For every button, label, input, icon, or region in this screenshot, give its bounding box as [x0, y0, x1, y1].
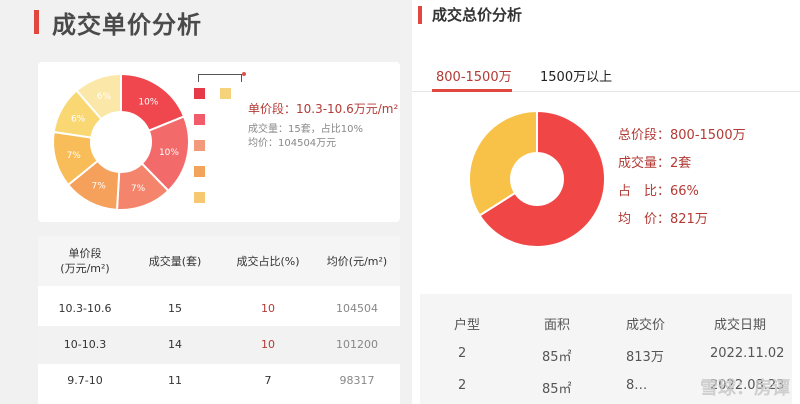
unit-price-count: 成交量：15套，占比10% [248, 124, 363, 135]
cell-avg-price: 98317 [339, 374, 375, 387]
stat-share: 占 比：66% [618, 184, 699, 199]
slice-label: 10% [159, 148, 179, 158]
title-accent-bar [34, 10, 39, 34]
cell-area: 85㎡ [542, 382, 572, 397]
slice-label: 6% [97, 92, 112, 102]
tab-800-1500[interactable]: 800-1500万 [436, 66, 512, 85]
legend-connector [198, 72, 246, 82]
header-price-range: 单价段 (万元/m²) [60, 247, 110, 275]
unit-price-title: 成交单价分析 [52, 11, 202, 39]
watermark: 雪球：房谭 [700, 378, 790, 399]
slice-label: 10% [138, 97, 158, 107]
header-deal-price: 成交价 [626, 318, 666, 333]
header-layout: 户型 [454, 318, 481, 333]
total-price-panel: 成交总价分析 800-1500万 1500万以上 总价段：800-1500万 成… [412, 0, 800, 404]
tab-1500-plus[interactable]: 1500万以上 [540, 66, 612, 85]
slice-label: 7% [91, 182, 106, 192]
cell-share: 10 [261, 338, 275, 351]
cell-deal-date: 2022.11.02 [710, 346, 785, 361]
cell-layout: 2 [458, 378, 467, 393]
legend-swatch[interactable] [194, 88, 205, 99]
header-area: 面积 [544, 318, 571, 333]
cell-layout: 2 [458, 346, 467, 361]
slice-label: 7% [67, 151, 82, 161]
legend-swatch[interactable] [194, 140, 205, 151]
cell-price-range: 10.3-10.6 [58, 302, 112, 315]
legend-swatch[interactable] [220, 88, 231, 99]
unit-price-range: 单价段：10.3-10.6万元/m² [248, 102, 399, 116]
cell-avg-price: 101200 [336, 338, 378, 351]
cell-price-range: 10-10.3 [63, 338, 107, 351]
header-share: 成交占比(%) [236, 255, 300, 268]
legend-swatch[interactable] [194, 166, 205, 177]
header-deal-date: 成交日期 [714, 318, 767, 333]
stat-avg: 均 价：821万 [618, 212, 708, 227]
donut-slice[interactable] [468, 109, 538, 217]
cell-deal-price: 8… [626, 378, 648, 393]
cell-deal-price: 813万 [626, 350, 664, 365]
stat-volume: 成交量：2套 [618, 156, 692, 171]
cell-avg-price: 104504 [336, 302, 378, 315]
cell-volume: 14 [168, 338, 182, 351]
legend-swatch[interactable] [194, 192, 205, 203]
cell-share: 10 [261, 302, 275, 315]
total-price-donut-chart[interactable] [466, 108, 608, 250]
active-tab-indicator [432, 89, 512, 92]
table-row[interactable]: 10-10.3 14 10 101200 [38, 326, 400, 364]
cell-volume: 15 [168, 302, 182, 315]
cell-share: 7 [264, 374, 272, 387]
cell-price-range: 9.7-10 [67, 374, 103, 387]
unit-price-avg: 均价：104504万元 [248, 138, 337, 149]
header-avg-price: 均价(元/m²) [326, 255, 388, 268]
total-price-title: 成交总价分析 [432, 6, 523, 24]
cell-area: 85㎡ [542, 350, 572, 365]
unit-price-donut-chart[interactable]: 10% 10% 7% 7% 7% 6% 6% [46, 67, 196, 217]
table-header: 单价段 (万元/m²) 成交量(套) 成交占比(%) 均价(元/m²) [38, 236, 400, 286]
table-row[interactable]: 10.3-10.6 15 10 104504 [38, 290, 400, 328]
legend-swatch[interactable] [194, 114, 205, 125]
stat-total-range: 总价段：800-1500万 [618, 128, 746, 143]
slice-label: 6% [71, 114, 86, 124]
unit-price-table: 单价段 (万元/m²) 成交量(套) 成交占比(%) 均价(元/m²) 10.3… [38, 236, 400, 404]
unit-price-chart-card: 10% 10% 7% 7% 7% 6% 6% 单价段：10.3-10.6万元/m² 成交量：… [38, 62, 400, 222]
unit-price-panel: 成交单价分析 10% 10% 7% 7% 7% 6% 6% 单价段：10.3-10.6万元/… [0, 0, 412, 404]
header-volume: 成交量(套) [148, 255, 202, 268]
title-accent-bar [418, 6, 422, 24]
slice-label: 7% [131, 184, 146, 194]
cell-volume: 11 [168, 374, 182, 387]
table-row[interactable]: 9.7-10 11 7 98317 [38, 362, 400, 400]
